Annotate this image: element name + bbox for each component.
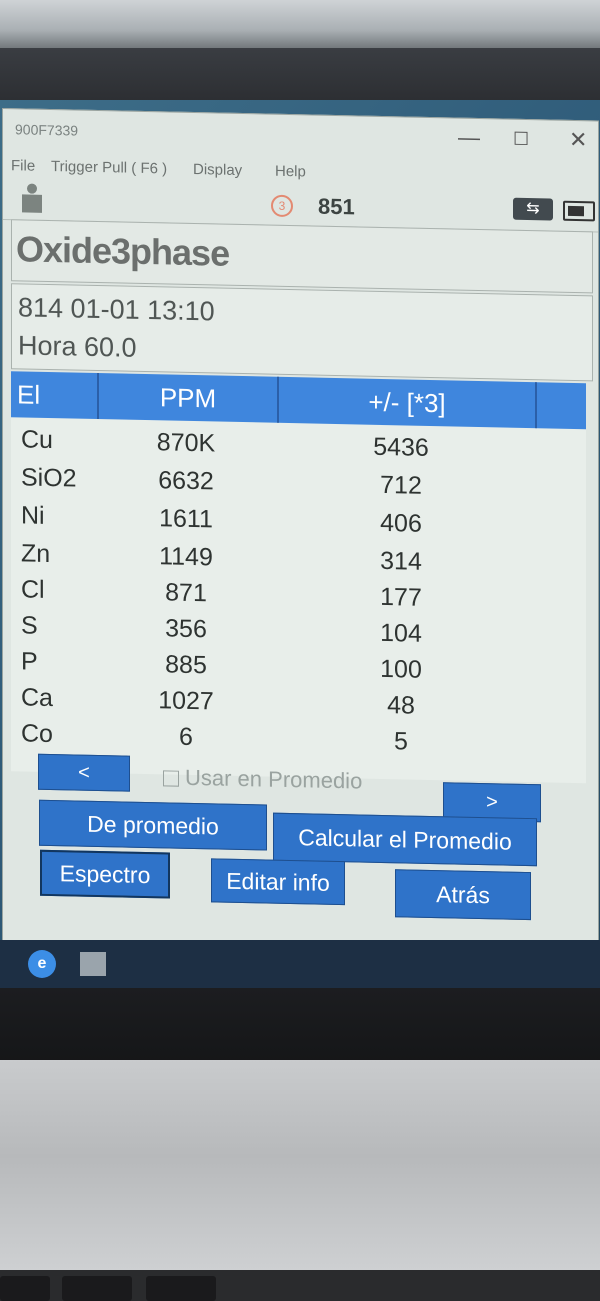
- checkbox-box[interactable]: [163, 770, 179, 787]
- battery-icon: [563, 200, 595, 222]
- edge-browser-icon[interactable]: e: [28, 950, 56, 978]
- cell-ppm: 6: [179, 722, 193, 751]
- minimize-button[interactable]: —: [458, 125, 480, 151]
- keyboard-key: [0, 1276, 50, 1301]
- analyzer-window: 900F7339 — ☐ ✕ File Trigger Pull ( F6 ) …: [2, 108, 599, 973]
- cell-error: 177: [380, 582, 422, 612]
- atras-button[interactable]: Atrás: [395, 869, 531, 921]
- mode-title: Oxide3phase: [16, 228, 230, 274]
- column-header-error[interactable]: +/- [*3]: [279, 376, 537, 429]
- reading-count: 851: [318, 193, 355, 220]
- previous-button[interactable]: <: [38, 753, 130, 792]
- usb-icon: ⇆: [513, 197, 553, 221]
- cell-error: 406: [380, 508, 422, 538]
- cell-ppm: 870K: [156, 428, 216, 458]
- cell-ppm: 1149: [159, 542, 213, 572]
- cell-error: 5: [394, 727, 408, 756]
- table-header: El PPM +/- [*3]: [11, 371, 586, 430]
- keyboard-row: [0, 1270, 600, 1301]
- cell-ppm: 356: [165, 614, 207, 644]
- badge-count: 3: [271, 194, 293, 218]
- cell-element: Cu: [21, 425, 53, 455]
- cell-element: Cl: [21, 575, 45, 604]
- cell-ppm: 6632: [158, 466, 214, 496]
- checkbox-label: Usar en Promedio: [185, 764, 363, 794]
- column-header-extra: [537, 382, 584, 429]
- use-in-average-checkbox[interactable]: Usar en Promedio: [163, 764, 362, 794]
- cell-ppm: 1027: [158, 686, 214, 716]
- laptop-body: [0, 1060, 600, 1301]
- cell-error: 100: [380, 654, 422, 684]
- cell-error: 314: [380, 546, 422, 576]
- menu-display[interactable]: Display: [193, 161, 242, 179]
- espectro-button[interactable]: Espectro: [40, 849, 170, 899]
- de-promedio-button[interactable]: De promedio: [39, 799, 267, 851]
- photo-background-top: [0, 0, 600, 50]
- cell-element: Ca: [21, 683, 53, 713]
- maximize-button[interactable]: ☐: [513, 129, 529, 150]
- menu-file[interactable]: File: [11, 157, 35, 175]
- window-title: 900F7339: [15, 121, 79, 139]
- windows-taskbar: e: [0, 940, 600, 988]
- test-info-panel: 814 01-01 13:10 Hora 60.0: [11, 283, 593, 382]
- cell-element: Zn: [21, 539, 51, 569]
- cell-error: 104: [380, 618, 422, 648]
- cell-element: S: [21, 611, 38, 640]
- cell-error: 712: [380, 470, 422, 500]
- cell-element: Ni: [21, 501, 45, 530]
- menu-trigger-pull[interactable]: Trigger Pull ( F6 ): [51, 158, 167, 177]
- column-header-ppm[interactable]: PPM: [99, 373, 279, 423]
- app-taskbar-icon[interactable]: [80, 952, 106, 976]
- mode-heading: Oxide3phase: [11, 219, 593, 294]
- cell-error: 5436: [373, 432, 429, 462]
- results-table: El PPM +/- [*3] Cu 870K 5436 SiO2 6632 712 Ni 1…: [11, 371, 586, 784]
- user-icon[interactable]: [21, 183, 43, 213]
- cell-element: Co: [21, 719, 53, 749]
- calcular-promedio-button[interactable]: Calcular el Promedio: [273, 812, 537, 867]
- cell-element: P: [21, 647, 38, 676]
- keyboard-key: [146, 1276, 216, 1301]
- test-duration: Hora 60.0: [18, 330, 137, 363]
- menu-help[interactable]: Help: [275, 163, 306, 181]
- cell-element: SiO2: [21, 463, 77, 493]
- close-button[interactable]: ✕: [569, 127, 587, 153]
- test-id-date: 814 01-01 13:10: [18, 292, 215, 327]
- keyboard-key: [62, 1276, 132, 1301]
- editar-info-button[interactable]: Editar info: [211, 858, 345, 906]
- column-header-element[interactable]: El: [11, 371, 99, 420]
- cell-ppm: 885: [165, 650, 207, 680]
- cell-ppm: 871: [165, 578, 207, 608]
- cell-error: 48: [387, 691, 415, 720]
- cell-ppm: 1611: [159, 504, 213, 534]
